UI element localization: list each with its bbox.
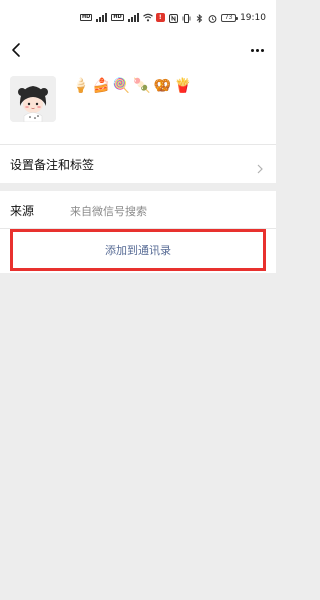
source-value: 来自微信号搜索 bbox=[70, 205, 147, 218]
app-notification-icon: ! bbox=[155, 13, 165, 22]
hd-badge-1: HD bbox=[80, 14, 93, 21]
profile-header: 🍦 🍰 🍭 🍡 🥨 🍟 bbox=[0, 64, 276, 144]
nickname-emoji-6: 🍟 bbox=[174, 78, 192, 94]
set-remark-and-tags-row[interactable]: 设置备注和标签 bbox=[0, 145, 276, 183]
add-contact-row: 添加到通讯录 bbox=[0, 229, 276, 273]
chevron-right-icon bbox=[256, 159, 264, 174]
vibrate-icon bbox=[182, 13, 191, 23]
source-row: 来源 来自微信号搜索 bbox=[0, 191, 276, 228]
nickname-emoji-5: 🥨 bbox=[153, 78, 172, 94]
signal-icon-2 bbox=[127, 13, 139, 22]
nickname-emoji-4: 🍡 bbox=[133, 78, 151, 94]
status-right-group: 73 19:10 bbox=[169, 13, 266, 23]
contact-profile-screen: HD HD ! 73 19:10 🍦 🍰 🍭 🍡 🥨 🍟 设置备注和标签 来源 … bbox=[0, 0, 276, 600]
hd-badge-2: HD bbox=[111, 14, 124, 21]
back-chevron-icon[interactable] bbox=[10, 42, 24, 58]
nfc-icon bbox=[169, 13, 179, 23]
status-left-group: HD HD ! bbox=[80, 13, 165, 22]
nav-bar bbox=[0, 36, 276, 64]
remark-label: 设置备注和标签 bbox=[10, 158, 95, 172]
wifi-icon bbox=[142, 13, 153, 22]
alarm-icon bbox=[208, 14, 217, 23]
status-clock: 19:10 bbox=[240, 13, 266, 23]
nickname-emoji-2: 🍰 bbox=[92, 78, 110, 94]
nickname-emoji-1: 🍦 bbox=[72, 78, 90, 94]
nickname: 🍦 🍰 🍭 🍡 🥨 🍟 bbox=[72, 77, 192, 95]
signal-icon-1 bbox=[96, 13, 108, 22]
more-dots-icon[interactable] bbox=[246, 40, 268, 60]
bluetooth-icon bbox=[195, 13, 204, 23]
battery-icon: 73 bbox=[221, 14, 239, 22]
add-to-contacts-button[interactable]: 添加到通讯录 bbox=[10, 229, 266, 271]
status-bar: HD HD ! 73 19:10 bbox=[0, 0, 276, 36]
source-label: 来源 bbox=[10, 204, 35, 218]
avatar[interactable] bbox=[10, 76, 56, 122]
nickname-emoji-3: 🍭 bbox=[112, 78, 131, 94]
